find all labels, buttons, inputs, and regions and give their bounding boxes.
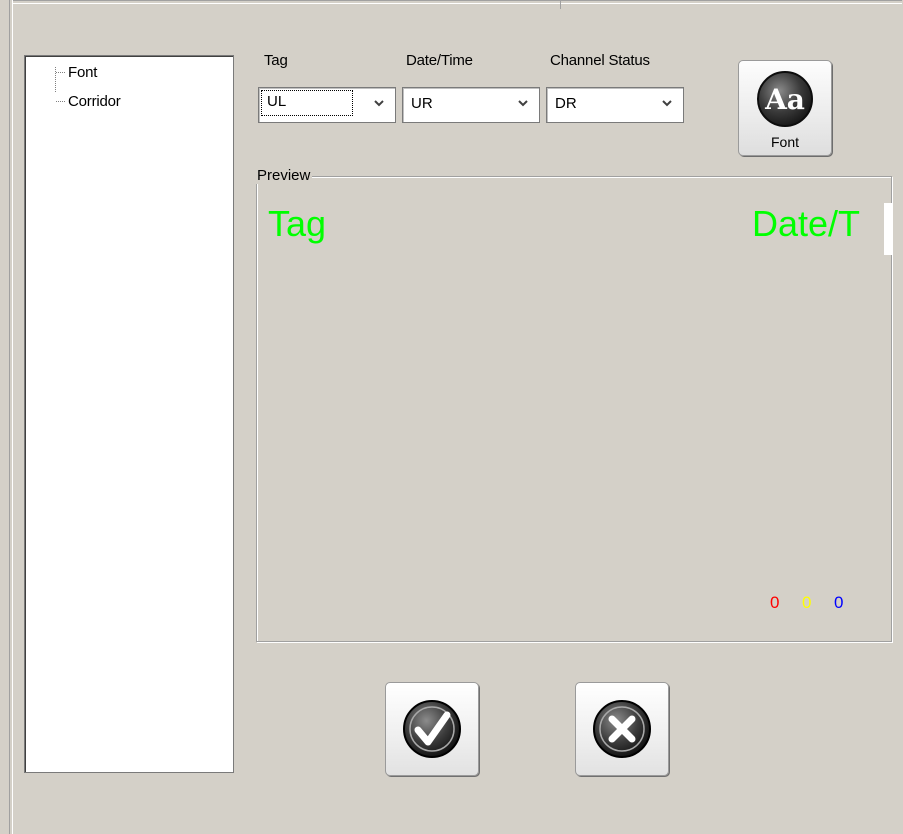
font-button[interactable]: Aa Font [738,60,832,156]
chevron-down-icon[interactable] [661,97,673,109]
preview-overflow-edge [884,203,892,255]
tree-branch-line [56,100,65,102]
ok-button[interactable] [385,682,479,776]
tree-item-label: Font [68,63,98,81]
channel-status-red: 0 [770,593,780,612]
tag-position-value: UL [261,90,353,116]
tag-position-label: Tag [264,52,288,69]
preview-datetime-text: Date/T [752,203,861,244]
top-tick [560,0,561,9]
channel-status-position-select[interactable]: DR [546,87,684,123]
channel-status-blue: 0 [834,593,844,612]
preview-tag-text: Tag [268,203,327,244]
preview-title: Preview [255,167,313,184]
datetime-position-select[interactable]: UR [402,87,540,123]
datetime-position-label: Date/Time [406,52,473,69]
tree-item-corridor[interactable]: Corridor [56,92,121,110]
close-icon [593,700,651,758]
channel-status-position-label: Channel Status [550,52,650,69]
font-aa-icon: Aa [757,71,813,127]
cancel-button[interactable] [575,682,669,776]
datetime-position-value: UR [411,95,433,112]
left-separator [9,0,13,834]
tree-branch-line [56,71,65,73]
top-separator [12,0,902,4]
checkmark-icon [403,700,461,758]
chevron-down-icon[interactable] [517,97,529,109]
font-button-label: Font [770,134,799,150]
channel-status-yellow: 0 [802,593,812,612]
settings-tree[interactable]: Font Corridor [24,55,234,773]
tag-position-select[interactable]: UL [258,87,396,123]
channel-status-position-value: DR [555,95,577,112]
tree-item-font[interactable]: Font [56,63,97,81]
tree-item-label: Corridor [68,92,121,110]
chevron-down-icon[interactable] [373,97,385,109]
preview-group [256,176,892,642]
font-aa-glyph: Aa [764,83,805,116]
